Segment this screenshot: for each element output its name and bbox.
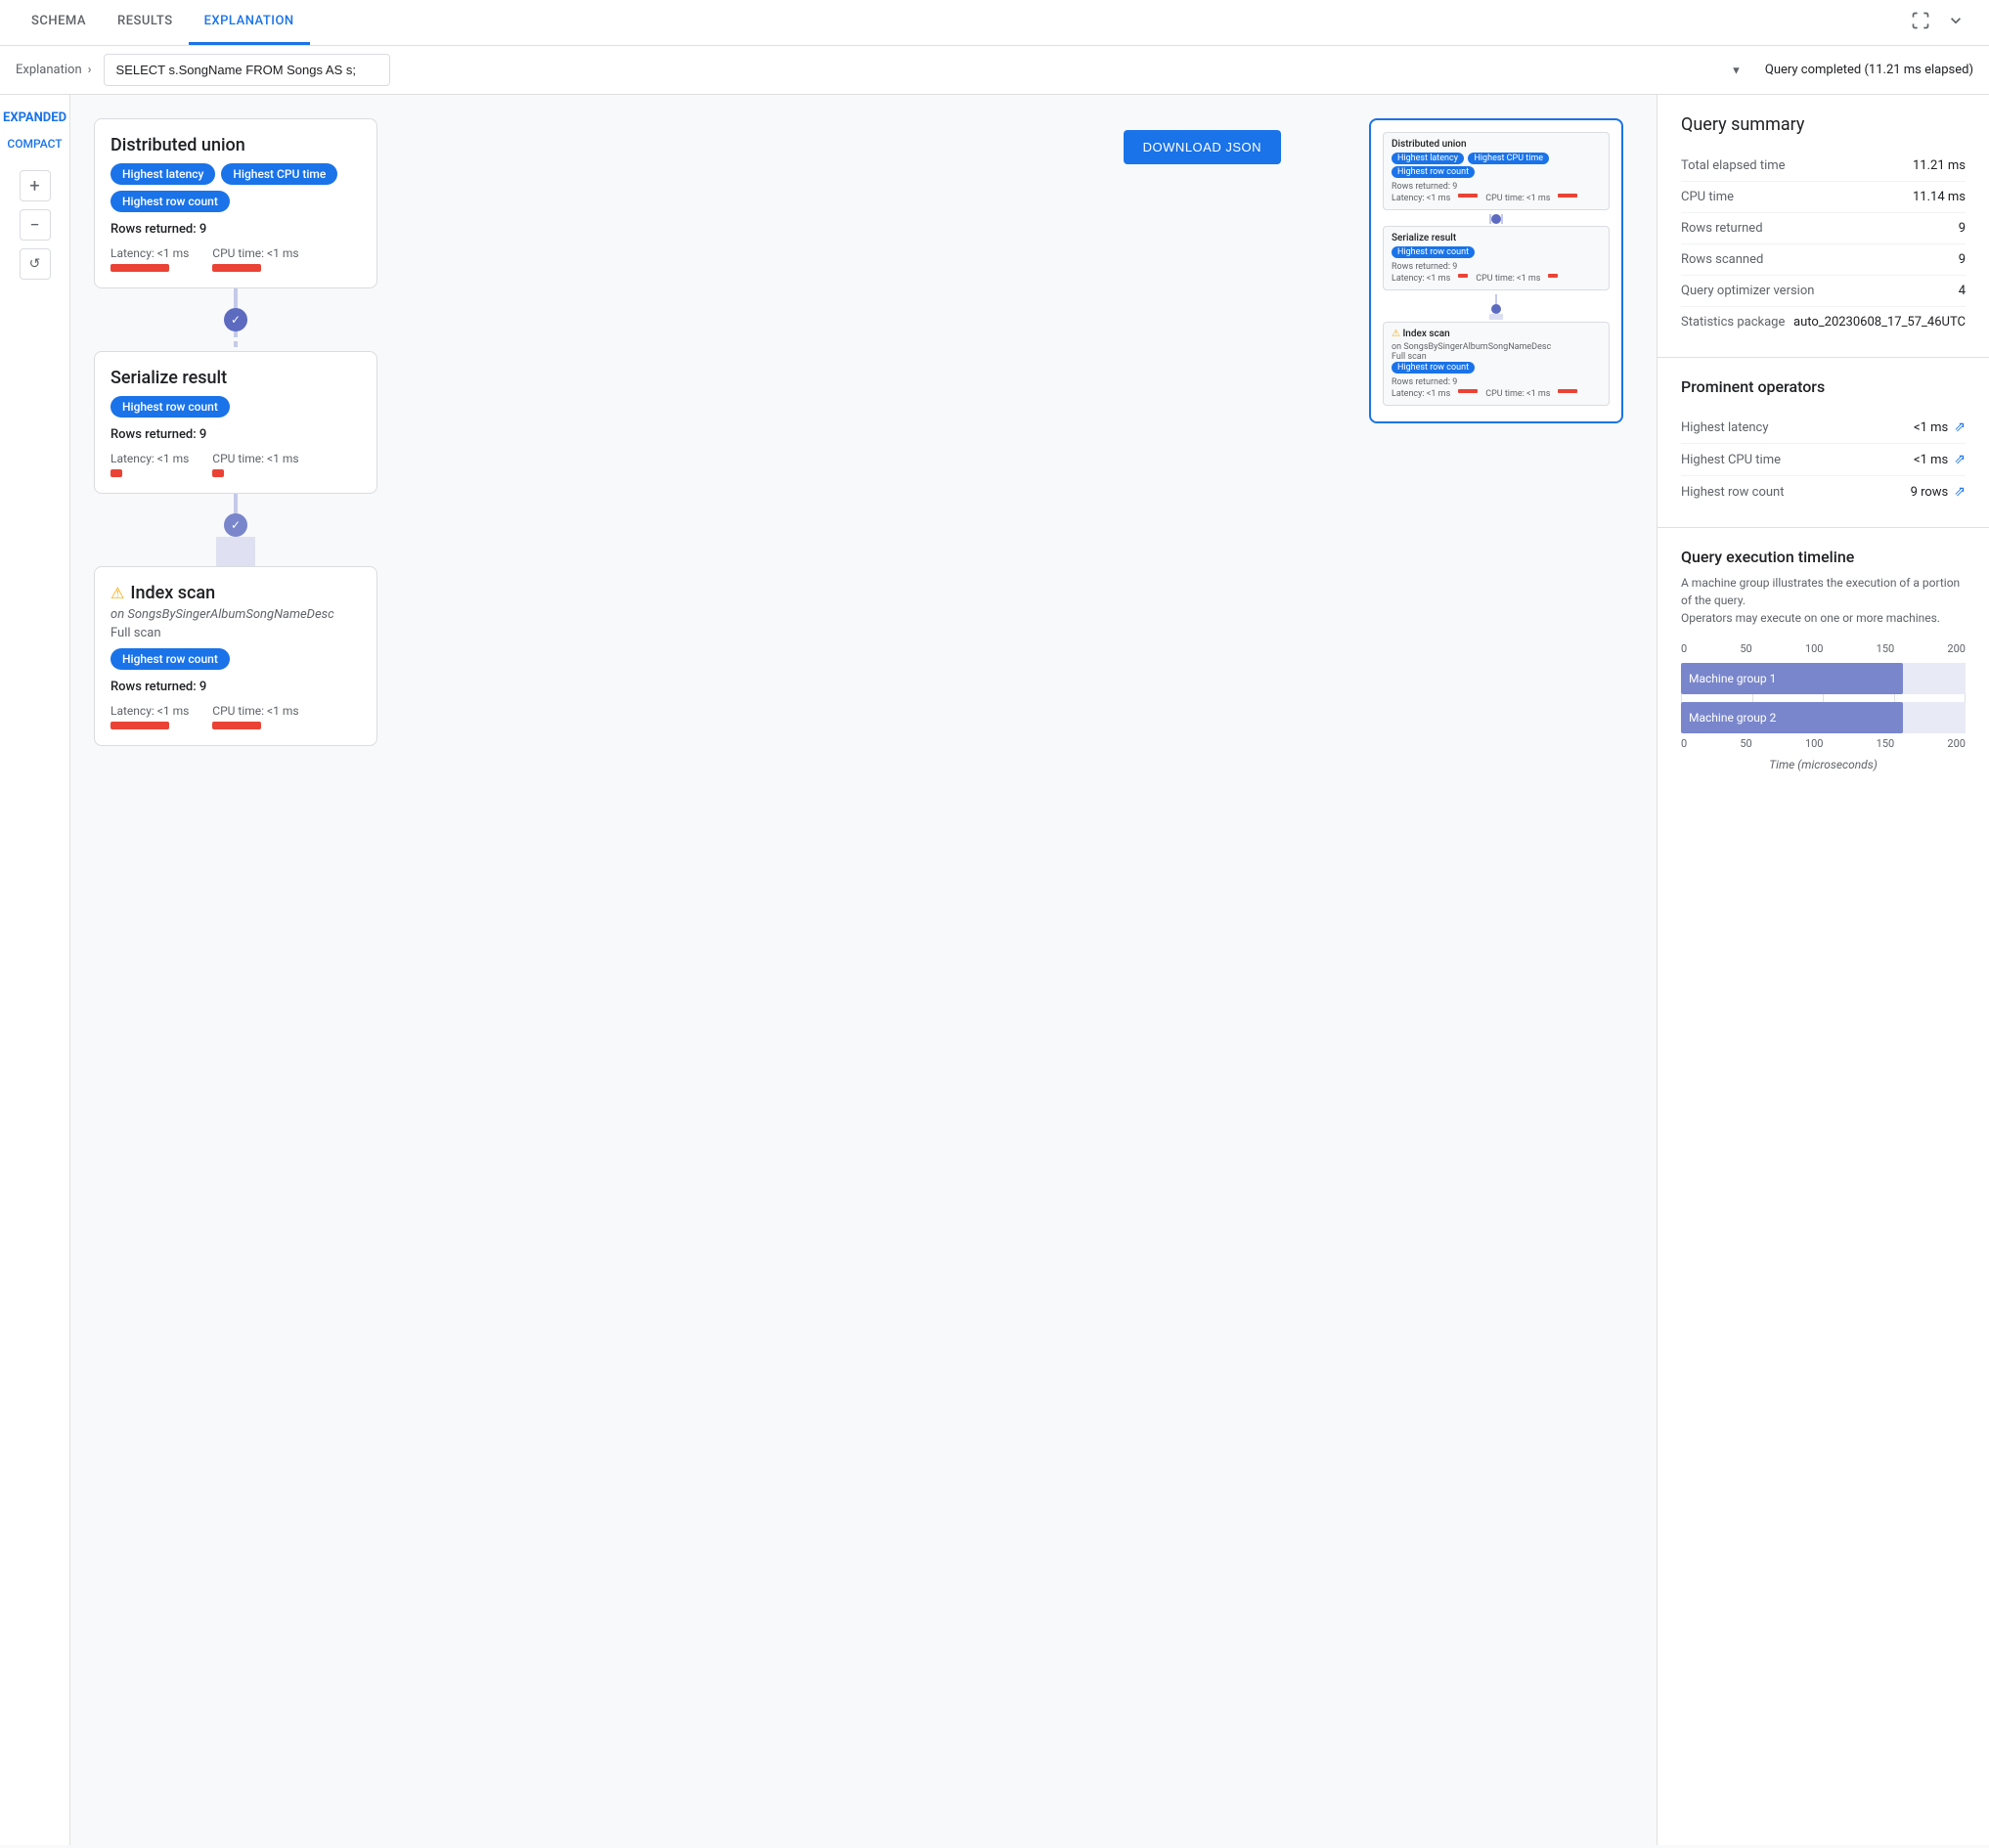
expand-bar [216,537,255,566]
query-bar: Explanation › SELECT s.SongName FROM Son… [0,46,1989,95]
latency-label: Latency: <1 ms [110,704,189,718]
cpu-label: CPU time: <1 ms [212,246,298,260]
cpu-bar [212,722,261,729]
bar-row-0: Machine group 1 [1681,663,1966,694]
node-index-scan[interactable]: ⚠ Index scan on SongsBySingerAlbumSongNa… [94,566,377,746]
tab-explanation[interactable]: EXPLANATION [189,0,310,45]
badge-highest-row-count[interactable]: Highest row count [110,396,230,418]
cpu-bar [212,469,224,477]
op-row-0: Highest latency <1 ms ⇗ [1681,412,1966,444]
op-row-2: Highest row count 9 rows ⇗ [1681,476,1966,507]
latency-bar [110,264,169,272]
node-rows: Rows returned: 9 [110,222,361,237]
node-title: Index scan [130,583,215,603]
breadcrumb-label: Explanation [16,63,82,77]
reset-view-button[interactable]: ↺ [20,248,51,280]
timeline-title: Query execution timeline [1681,548,1966,566]
bar-label-0: Machine group 1 [1689,672,1776,685]
badge-highest-latency[interactable]: Highest latency [110,163,215,185]
query-summary-title: Query summary [1681,114,1966,135]
tab-results[interactable]: RESULTS [102,0,189,45]
view-expanded-btn[interactable]: EXPANDED [0,107,74,129]
mini-node-1: Distributed union Highest latency Highes… [1383,132,1610,210]
chart-x-axis-bottom: 0 50 100 150 200 [1681,737,1966,750]
node-scan: Full scan [110,626,361,640]
chart-x-label: Time (microseconds) [1681,758,1966,771]
link-icon-2[interactable]: ⇗ [1954,484,1966,500]
download-json-button[interactable]: DOWNLOAD JSON [1124,130,1281,164]
node-index: on SongsBySingerAlbumSongNameDesc [110,607,361,622]
metrics-row: Latency: <1 ms CPU time: <1 ms [110,704,361,729]
badge-highest-row-count[interactable]: Highest row count [110,648,230,670]
node-rows: Rows returned: 9 [110,680,361,694]
summary-row-3: Rows scanned 9 [1681,244,1966,276]
chart-x-axis-top: 0 50 100 150 200 [1681,642,1966,655]
fullscreen-icon[interactable] [1903,3,1938,42]
summary-row-2: Rows returned 9 [1681,213,1966,244]
badge-highest-row-count[interactable]: Highest row count [110,191,230,212]
collapse-btn-2[interactable]: ✓ [224,513,247,537]
breadcrumb-chevron-icon: › [88,63,92,77]
query-select[interactable]: SELECT s.SongName FROM Songs AS s; [104,54,390,86]
diagram-area: DOWNLOAD JSON Distributed union Highest … [70,95,1657,1845]
metrics-row: Latency: <1 ms CPU time: <1 ms [110,452,361,477]
view-toggle: EXPANDED COMPACT [0,107,74,154]
link-icon-1[interactable]: ⇗ [1954,452,1966,467]
timeline-desc: A machine group illustrates the executio… [1681,574,1966,627]
mini-node-2: Serialize result Highest row count Rows … [1383,226,1610,290]
menu-icon[interactable] [1938,3,1973,42]
latency-label: Latency: <1 ms [110,452,189,465]
query-summary-rows: Total elapsed time 11.21 ms CPU time 11.… [1681,151,1966,337]
node-title: Serialize result [110,368,361,388]
summary-row-1: CPU time 11.14 ms [1681,182,1966,213]
chart-bars: Machine group 1 Machine group 2 [1681,663,1966,733]
latency-bar [110,722,169,729]
mini-node-3: ⚠ Index scan on SongsBySingerAlbumSongNa… [1383,322,1610,406]
view-compact-btn[interactable]: COMPACT [0,133,70,154]
latency-label: Latency: <1 ms [110,246,189,260]
metrics-row: Latency: <1 ms CPU time: <1 ms [110,246,361,272]
collapse-btn-1[interactable]: ✓ [224,308,247,331]
node-badges: Highest latency Highest CPU time Highest… [110,163,361,212]
query-summary-section: Query summary Total elapsed time 11.21 m… [1658,95,1989,358]
node-serialize-result[interactable]: Serialize result Highest row count Rows … [94,351,377,494]
link-icon-0[interactable]: ⇗ [1954,419,1966,435]
tab-schema[interactable]: SCHEMA [16,0,102,45]
node-rows: Rows returned: 9 [110,427,361,442]
tab-bar: SCHEMA RESULTS EXPLANATION [0,0,1989,46]
cpu-label: CPU time: <1 ms [212,704,298,718]
zoom-in-button[interactable]: + [20,170,51,201]
connector-1: ✓ [94,288,377,351]
node-badges: Highest row count [110,396,361,418]
main-content: EXPANDED COMPACT + − ↺ DOWNLOAD JSON Dis… [0,95,1989,1845]
node-distributed-union[interactable]: Distributed union Highest latency Highes… [94,118,377,288]
right-panel: Query summary Total elapsed time 11.21 m… [1657,95,1989,1845]
summary-row-4: Query optimizer version 4 [1681,276,1966,307]
summary-row-5: Statistics package auto_20230608_17_57_4… [1681,307,1966,337]
cpu-bar [212,264,261,272]
connector-2: ✓ [94,494,377,566]
cpu-label: CPU time: <1 ms [212,452,298,465]
prominent-operators-title: Prominent operators [1681,377,1966,396]
timeline-section: Query execution timeline A machine group… [1658,528,1989,791]
op-row-1: Highest CPU time <1 ms ⇗ [1681,444,1966,476]
warning-icon: ⚠ [110,584,124,602]
node-title: Distributed union [110,135,361,155]
latency-bar [110,469,122,477]
left-sidebar: EXPANDED COMPACT + − ↺ [0,95,70,1845]
badge-highest-cpu[interactable]: Highest CPU time [221,163,337,185]
bar-row-1: Machine group 2 [1681,702,1966,733]
summary-row-0: Total elapsed time 11.21 ms [1681,151,1966,182]
chart-area: 0 50 100 150 200 [1681,642,1966,771]
mini-diagram[interactable]: Distributed union Highest latency Highes… [1369,118,1623,423]
diagram-container: DOWNLOAD JSON Distributed union Highest … [94,118,1633,746]
prominent-operators-section: Prominent operators Highest latency <1 m… [1658,358,1989,528]
query-status: Query completed (11.21 ms elapsed) [1765,63,1973,77]
bar-label-1: Machine group 2 [1689,711,1776,725]
node-badges: Highest row count [110,648,361,670]
zoom-out-button[interactable]: − [20,209,51,241]
